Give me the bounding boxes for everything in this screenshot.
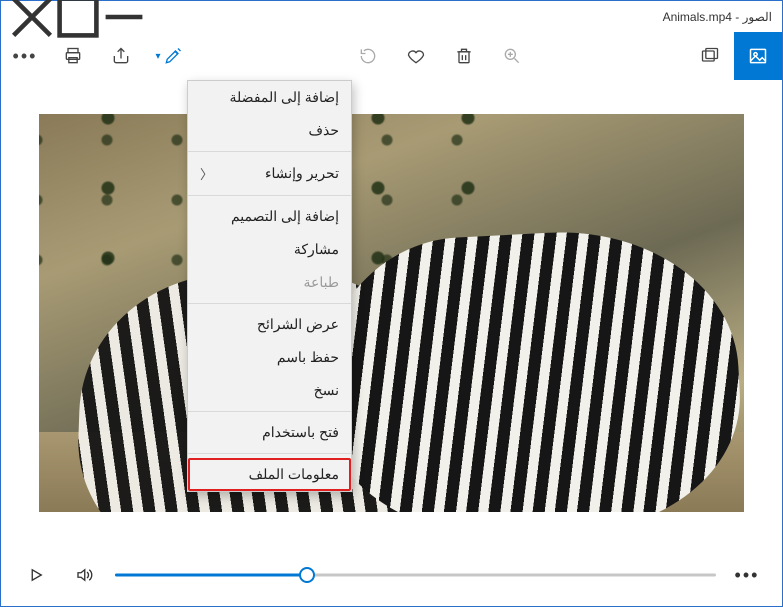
menu-item-label: مشاركة (294, 241, 339, 258)
menu-separator (188, 453, 351, 454)
menu-item: طباعة (188, 266, 351, 299)
menu-item-label: تحرير وإنشاء (265, 165, 339, 182)
edit-create-button[interactable]: ▾ (145, 32, 193, 80)
chevron-left-icon: 〈 (200, 164, 213, 183)
volume-button[interactable] (67, 558, 101, 592)
menu-item[interactable]: فتح باستخدام (188, 416, 351, 449)
favorite-button[interactable] (392, 32, 440, 80)
menu-item-label: معلومات الملف (249, 466, 339, 483)
menu-item-label: إضافة إلى التصميم (231, 208, 339, 225)
menu-item[interactable]: إضافة إلى التصميم (188, 200, 351, 233)
menu-item-label: حذف (308, 122, 339, 139)
collection-button[interactable] (686, 32, 734, 80)
context-menu: إضافة إلى المفضلة حذف تحرير وإنشاء 〈 إضافة إ… (187, 80, 352, 492)
window-close-button[interactable] (9, 1, 55, 32)
picture-icon (748, 46, 768, 66)
menu-item[interactable]: نسخ (188, 374, 351, 407)
menu-item[interactable]: مشاركة (188, 233, 351, 266)
menu-separator (188, 303, 351, 304)
menu-item[interactable]: معلومات الملف (188, 458, 351, 491)
menu-item-label: إضافة إلى المفضلة (230, 89, 339, 106)
ellipsis-icon: ••• (13, 46, 38, 67)
window-title: الصور - Animals.mp4 (663, 10, 782, 24)
content-area: إضافة إلى المفضلة حذف تحرير وإنشاء 〈 إضافة إ… (1, 80, 782, 545)
share-icon (111, 46, 131, 66)
rotate-button[interactable] (344, 32, 392, 80)
menu-item[interactable]: إضافة إلى المفضلة (188, 81, 351, 114)
menu-item[interactable]: حفظ باسم (188, 341, 351, 374)
menu-item-label: فتح باستخدام (262, 424, 339, 441)
delete-button[interactable] (440, 32, 488, 80)
speaker-icon (75, 566, 93, 584)
heart-icon (406, 46, 426, 66)
printer-icon (63, 46, 83, 66)
zoom-in-icon (502, 46, 522, 66)
menu-item-label: عرض الشرائح (257, 316, 339, 333)
window-maximize-button[interactable] (55, 1, 101, 32)
menu-item[interactable]: تحرير وإنشاء 〈 (188, 156, 351, 191)
seek-thumb[interactable] (299, 567, 315, 583)
more-button[interactable]: ••• (1, 32, 49, 80)
menu-item[interactable]: حذف (188, 114, 351, 147)
menu-separator (188, 411, 351, 412)
playback-bar: ••• (1, 545, 782, 605)
menu-separator (188, 195, 351, 196)
album-icon (700, 46, 720, 66)
menu-item-label: طباعة (304, 274, 340, 291)
edit-icon (163, 46, 183, 66)
print-button[interactable] (49, 32, 97, 80)
play-button[interactable] (19, 558, 53, 592)
playback-more-button[interactable]: ••• (730, 558, 764, 592)
chevron-down-icon: ▾ (155, 51, 160, 62)
seek-bar[interactable] (115, 565, 716, 585)
window-controls (9, 1, 147, 32)
title-bar: الصور - Animals.mp4 (1, 1, 782, 32)
seek-progress (115, 574, 307, 577)
menu-item[interactable]: عرض الشرائح (188, 308, 351, 341)
menu-separator (188, 151, 351, 152)
zoom-button[interactable] (488, 32, 536, 80)
ellipsis-icon: ••• (735, 565, 760, 586)
share-button[interactable] (97, 32, 145, 80)
app-toolbar: ••• ▾ (1, 32, 782, 80)
play-icon (27, 566, 45, 584)
menu-item-label: حفظ باسم (277, 349, 339, 366)
window-minimize-button[interactable] (101, 1, 147, 32)
video-frame[interactable] (39, 114, 744, 512)
view-all-photos-button[interactable] (734, 32, 782, 80)
trash-icon (454, 46, 474, 66)
menu-item-label: نسخ (314, 382, 339, 399)
rotate-icon (358, 46, 378, 66)
